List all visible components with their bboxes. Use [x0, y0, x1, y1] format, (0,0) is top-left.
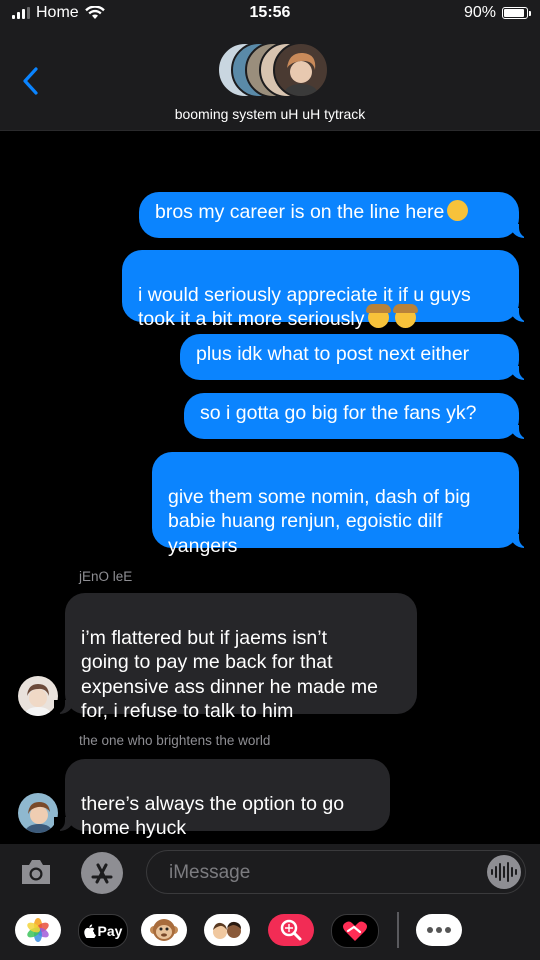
battery-percent: 90% [463, 4, 496, 21]
avatar[interactable] [18, 676, 58, 716]
memoji-app-icon[interactable] [204, 914, 250, 946]
audio-message-button[interactable] [487, 855, 521, 889]
app-drawer: Pay [0, 902, 540, 960]
avatar[interactable] [18, 793, 58, 833]
app-store-icon [91, 863, 113, 884]
digital-touch-app-icon[interactable] [331, 914, 379, 948]
message-bubble-sent[interactable]: give them some nomin, dash of big babie … [152, 452, 530, 557]
sender-name: jEnO leE [79, 569, 133, 584]
apple-pay-button[interactable]: Pay [78, 914, 128, 948]
more-icon [427, 927, 451, 933]
message-text: plus idk what to post next either [196, 343, 470, 365]
message-text: i would seriously appreciate it if u guy… [138, 283, 471, 331]
group-avatars[interactable] [217, 42, 329, 98]
weary-face-emoji-icon [447, 200, 469, 221]
message-bubble-sent[interactable]: i would seriously appreciate it if u guy… [122, 250, 530, 330]
back-chevron-icon[interactable] [18, 66, 44, 96]
cowboy-face-emoji-icon [365, 304, 391, 328]
message-input[interactable]: iMessage [146, 850, 526, 894]
apple-logo-icon [83, 924, 96, 938]
message-input-placeholder: iMessage [169, 862, 251, 883]
status-right: 90% [463, 4, 531, 22]
photos-app-icon[interactable] [15, 914, 61, 946]
message-text: bros my career is on the line here [155, 201, 445, 223]
message-text: i’m flattered but if jaems isn’t going t… [81, 626, 379, 723]
conversation-header: booming system uH uH tytrack [0, 28, 540, 131]
images-search-app-icon[interactable] [268, 914, 314, 946]
status-bar: Home 15:56 90% [0, 0, 540, 28]
status-time: 15:56 [249, 4, 291, 21]
message-text: so i gotta go big for the fans yk? [200, 402, 477, 424]
battery-icon [502, 7, 531, 19]
camera-icon[interactable] [19, 858, 53, 886]
message-bubble-received[interactable]: i’m flattered but if jaems isn’t going t… [54, 593, 417, 722]
more-apps-button[interactable] [416, 914, 462, 946]
message-bubble-received[interactable]: there’s always the option to go home hyu… [54, 759, 390, 839]
sender-name: the one who brightens the world [79, 733, 271, 748]
message-bubble-sent[interactable]: plus idk what to post next either [180, 334, 530, 380]
apple-pay-label: Pay [97, 923, 123, 939]
cowboy-face-emoji-icon [392, 304, 418, 328]
group-name[interactable]: booming system uH uH tytrack [0, 106, 540, 122]
app-store-button[interactable] [81, 852, 123, 894]
animoji-app-icon[interactable] [141, 914, 187, 946]
message-text: give them some nomin, dash of big babie … [168, 485, 471, 557]
message-text: there’s always the option to go home hyu… [81, 792, 345, 840]
avatar [273, 42, 329, 98]
message-bubble-sent[interactable]: so i gotta go big for the fans yk? [184, 393, 530, 439]
message-bubble-sent[interactable]: bros my career is on the line here [139, 192, 530, 238]
message-input-bar: iMessage [0, 844, 540, 902]
app-drawer-divider [397, 912, 399, 948]
